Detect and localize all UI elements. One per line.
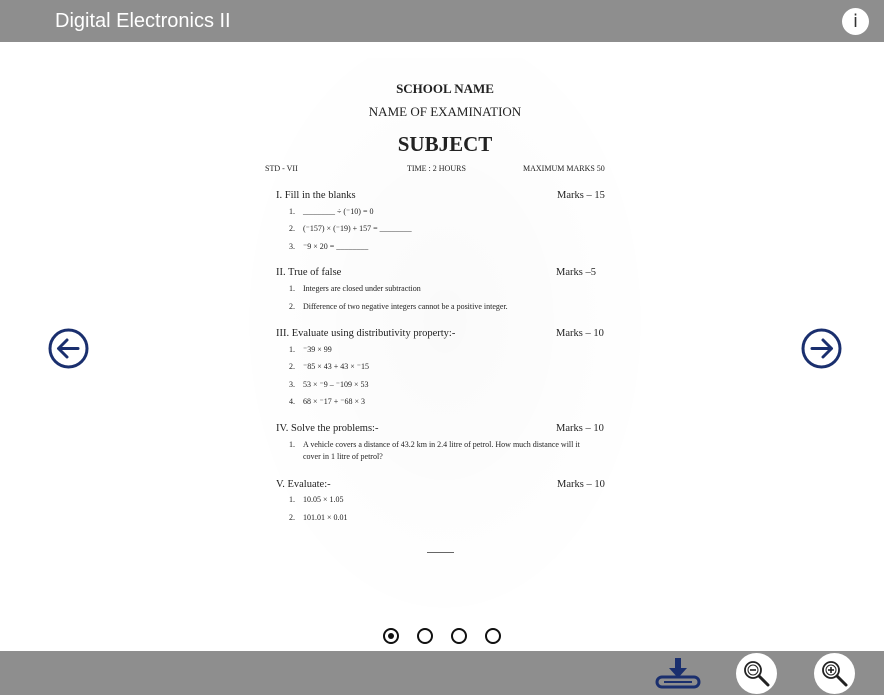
question-item: 4. 68 × ⁻17 + ⁻68 × 3 — [289, 397, 365, 406]
subject-heading: SUBJECT — [397, 132, 493, 156]
section-title: I. Fill in the blanks — [276, 190, 356, 201]
exam-name: NAME OF EXAMINATION — [368, 104, 522, 119]
question-text: ⁻85 × 43 + 43 × ⁻15 — [303, 362, 369, 371]
question-text: Difference of two negative integers cann… — [303, 302, 508, 311]
question-item: 2. 101.01 × 0.01 — [289, 513, 348, 522]
school-name: SCHOOL NAME — [396, 81, 494, 96]
question-number: 1. — [289, 284, 295, 293]
question-item: 1. A vehicle covers a distance of 43.2 km… — [289, 439, 599, 463]
question-text: A vehicle covers a distance of 43.2 km i… — [303, 440, 580, 461]
page-dot[interactable] — [383, 628, 399, 644]
question-item: 3. 53 × ⁻9 – ⁻109 × 53 — [289, 380, 368, 389]
question-number: 4. — [289, 397, 295, 406]
question-number: 3. — [289, 380, 295, 389]
question-item: 2. (⁻157) × (⁻19) + 157 = ________ — [289, 224, 412, 233]
page-dot[interactable] — [485, 628, 501, 644]
question-number: 2. — [289, 302, 295, 311]
question-number: 1. — [289, 440, 295, 449]
question-number: 3. — [289, 242, 295, 251]
zoom-in-icon[interactable] — [814, 653, 855, 694]
end-divider — [427, 552, 454, 553]
question-item: 2. Difference of two negative integers ca… — [289, 302, 508, 311]
time-label: TIME : 2 HOURS — [407, 164, 466, 173]
question-number: 1. — [289, 345, 295, 354]
max-marks-label: MAXIMUM MARKS 50 — [523, 164, 605, 173]
arrow-left-circle-icon[interactable] — [48, 328, 89, 369]
question-item: 1. ⁻39 × 99 — [289, 345, 332, 354]
section-marks: Marks – 15 — [557, 190, 605, 201]
question-text: 10.05 × 1.05 — [303, 495, 344, 504]
section-title: II. True of false — [276, 267, 342, 278]
question-item: 1. 10.05 × 1.05 — [289, 495, 344, 504]
document-page: SCHOOL NAME NAME OF EXAMINATION SUBJECT … — [225, 58, 665, 643]
question-text: ⁻39 × 99 — [303, 345, 332, 354]
top-bar: Digital Electronics II i — [0, 0, 884, 42]
section-title: III. Evaluate using distributivity prope… — [276, 328, 456, 339]
question-text: Integers are closed under subtraction — [303, 284, 421, 293]
section-marks: Marks – 10 — [557, 479, 605, 490]
question-item: 1. Integers are closed under subtraction — [289, 284, 421, 293]
section-marks: Marks – 10 — [556, 423, 604, 434]
question-number: 2. — [289, 362, 295, 371]
question-text: ⁻9 × 20 = ________ — [303, 242, 369, 251]
arrow-right-circle-icon[interactable] — [801, 328, 842, 369]
page-dot[interactable] — [451, 628, 467, 644]
question-number: 2. — [289, 224, 295, 233]
question-number: 1. — [289, 495, 295, 504]
question-item: 3. ⁻9 × 20 = ________ — [289, 242, 368, 251]
download-icon[interactable] — [654, 655, 702, 691]
page-dot[interactable] — [417, 628, 433, 644]
question-number: 2. — [289, 513, 295, 522]
info-icon[interactable]: i — [842, 8, 869, 35]
question-text: ________ ÷ (⁻10) = 0 — [303, 207, 374, 216]
question-text: 101.01 × 0.01 — [303, 513, 348, 522]
question-item: 1. ________ ÷ (⁻10) = 0 — [289, 207, 373, 216]
bottom-toolbar — [0, 651, 884, 695]
question-text: 53 × ⁻9 – ⁻109 × 53 — [303, 380, 369, 389]
section-marks: Marks – 10 — [556, 328, 604, 339]
zoom-out-icon[interactable] — [736, 653, 777, 694]
std-label: STD - VII — [265, 164, 298, 173]
document-title: Digital Electronics II — [55, 10, 231, 32]
question-text: 68 × ⁻17 + ⁻68 × 3 — [303, 397, 365, 406]
section-marks: Marks –5 — [556, 267, 596, 278]
question-text: (⁻157) × (⁻19) + 157 = ________ — [303, 224, 412, 233]
section-title: V. Evaluate:- — [276, 479, 331, 490]
section-title: IV. Solve the problems:- — [276, 423, 379, 434]
question-item: 2. ⁻85 × 43 + 43 × ⁻15 — [289, 362, 369, 371]
question-number: 1. — [289, 207, 295, 216]
